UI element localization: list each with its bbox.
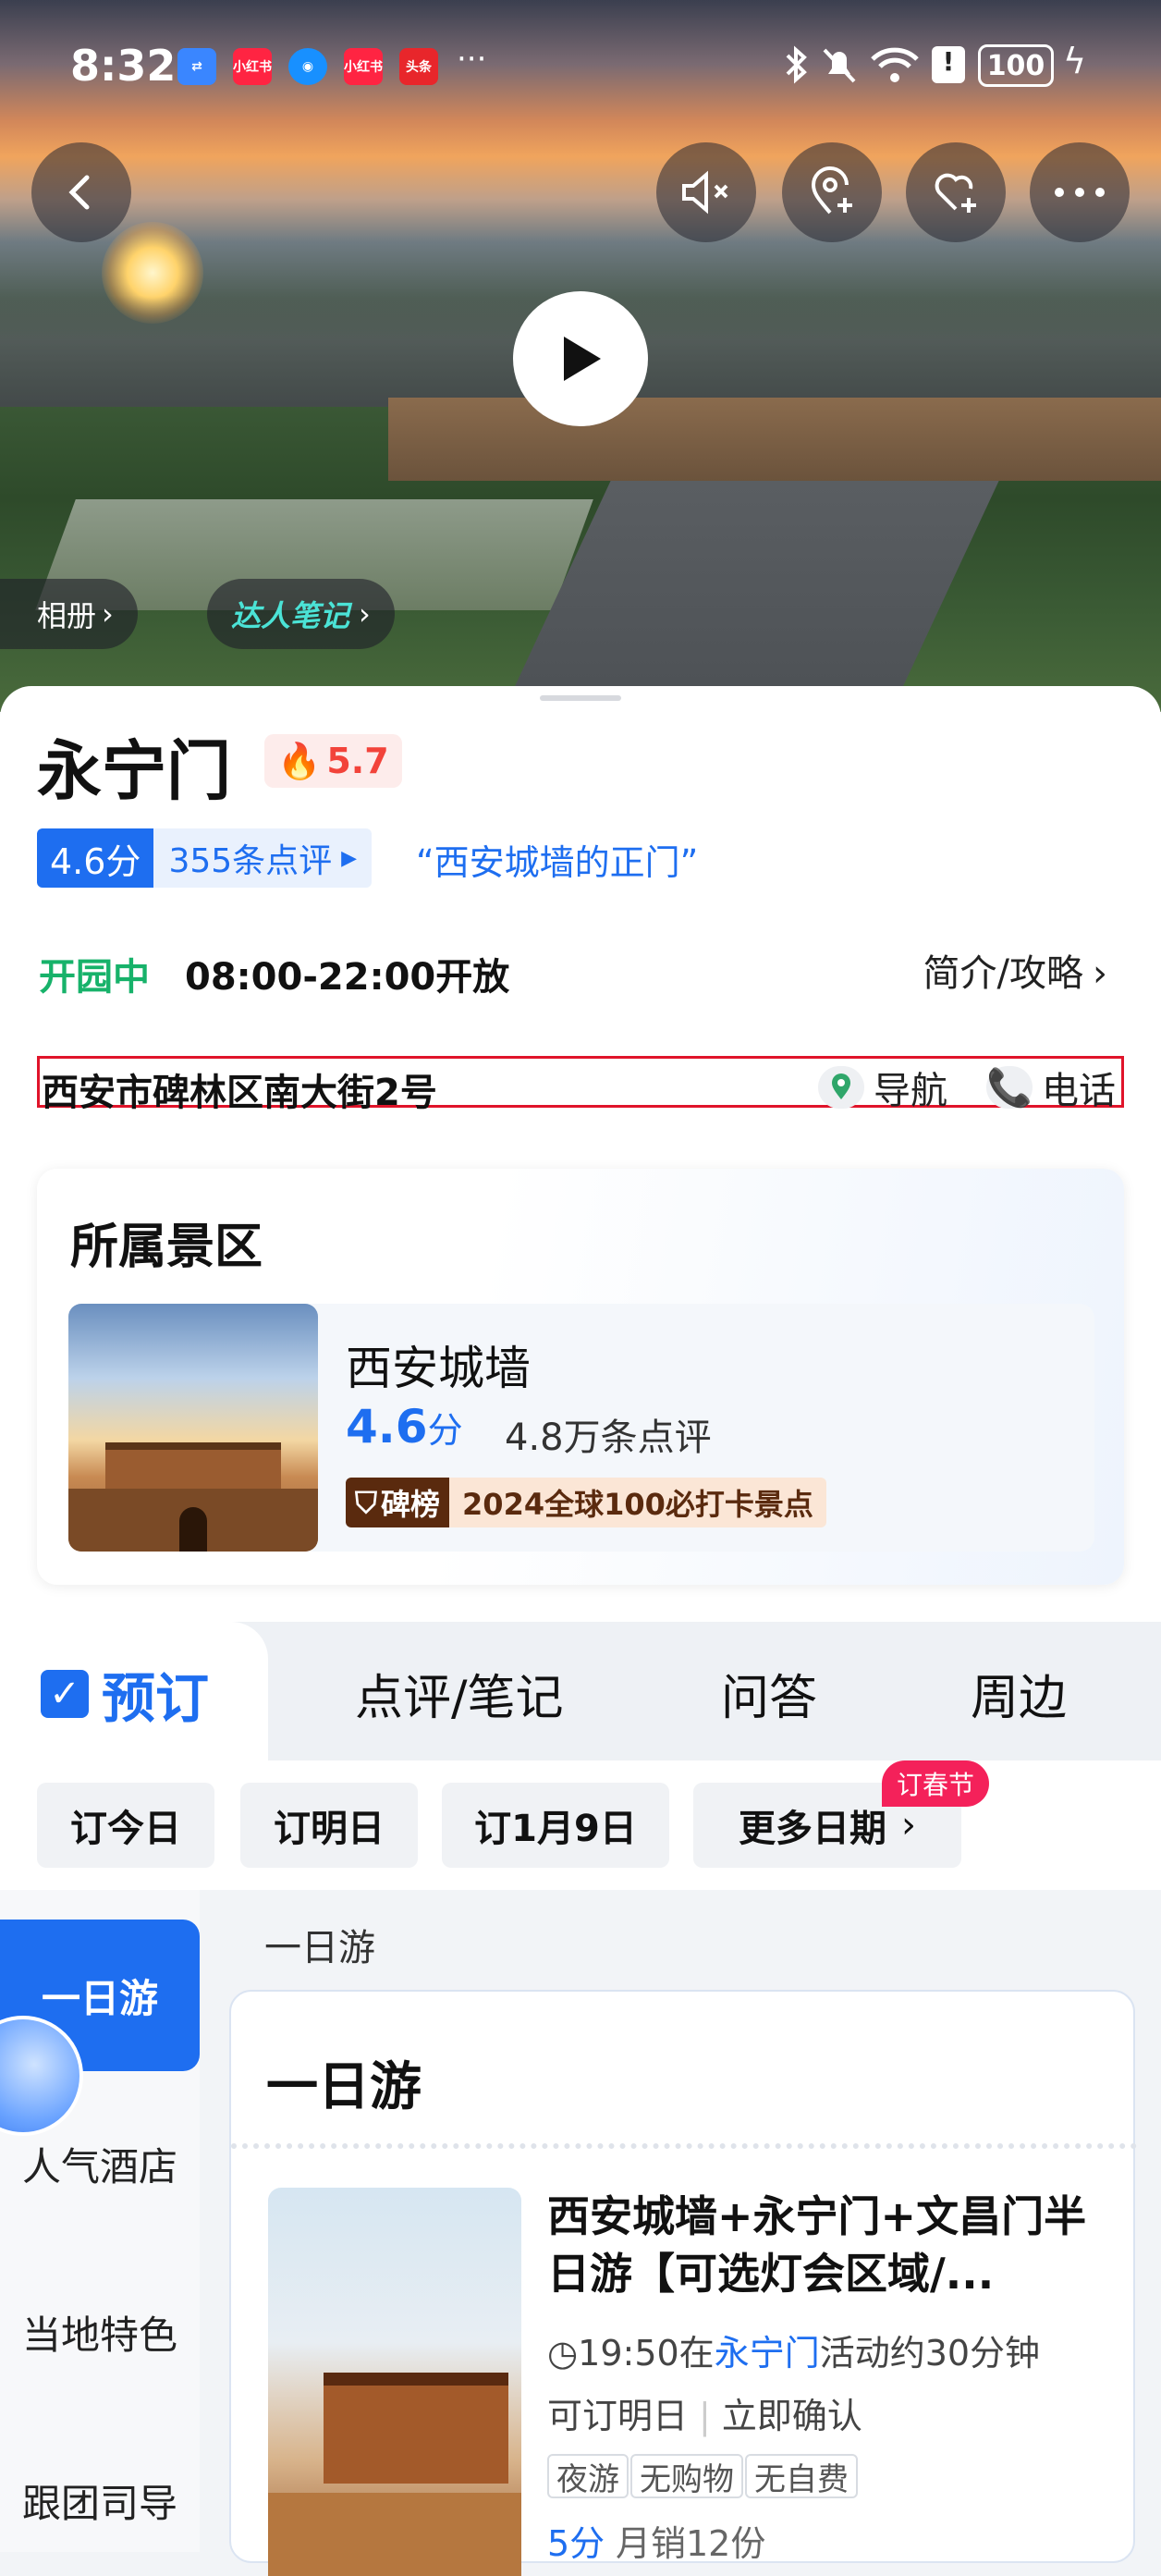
- clock-icon: ◷: [547, 2333, 579, 2374]
- festival-badge: 订春节: [882, 1760, 990, 1807]
- expert-notes-label: 达人笔记: [231, 598, 350, 633]
- sidebar-item-hotels[interactable]: 人气酒店: [0, 2136, 200, 2192]
- address-text[interactable]: 西安市碑林区南大街2号: [42, 1062, 437, 1116]
- ranking-badge[interactable]: ⛉ 碑榜 2024全球100必打卡景点: [346, 1478, 826, 1527]
- chevron-left-icon: [68, 175, 90, 210]
- scenic-area-reviews: 4.8万条点评: [505, 1417, 712, 1459]
- product-sales: 月销12份: [616, 2523, 766, 2564]
- scenic-area-heading: 所属景区: [70, 1220, 263, 1275]
- poi-title: 永宁门: [37, 733, 231, 809]
- status-time: 8:32: [70, 41, 177, 91]
- ranking-text: 2024全球100必打卡景点: [449, 1478, 826, 1527]
- tab-booking[interactable]: ✓ 预订: [41, 1655, 209, 1733]
- check-icon: ✓: [41, 1670, 89, 1718]
- book-tomorrow-chip[interactable]: 订明日: [240, 1783, 418, 1868]
- expert-notes-button[interactable]: 达人笔记 ›: [207, 579, 395, 649]
- flame-icon: 🔥: [277, 740, 322, 781]
- map-pin-icon: [818, 1066, 864, 1109]
- chevron-right-icon: ›: [901, 1804, 916, 1846]
- navigate-label: 导航: [874, 1070, 947, 1112]
- add-location-button[interactable]: [782, 142, 882, 242]
- highlight-quote[interactable]: “西安城墙的正门”: [416, 834, 698, 885]
- navigate-button[interactable]: 导航: [818, 1061, 947, 1114]
- battery-indicator: 100: [978, 44, 1054, 87]
- phone-icon: 📞: [986, 1066, 1033, 1110]
- chevron-right-icon: ›: [359, 596, 371, 632]
- mute-video-button[interactable]: [656, 142, 756, 242]
- drag-handle[interactable]: [540, 695, 621, 701]
- sim-alert-icon: !: [932, 46, 965, 83]
- tab-reviews-notes[interactable]: 点评/笔记: [355, 1659, 564, 1728]
- sidebar-item-local-specialty[interactable]: 当地特色: [0, 2304, 200, 2361]
- call-button[interactable]: 📞 电话: [986, 1061, 1116, 1114]
- play-video-button[interactable]: [513, 291, 648, 426]
- product-booking-info: 可订明日 | 立即确认: [547, 2396, 862, 2436]
- xiaohongshu-app-icon: 小红书: [233, 48, 272, 85]
- heat-value: 5.7: [326, 741, 389, 781]
- play-icon: [564, 337, 601, 381]
- product-title[interactable]: 西安城墙+永宁门+文昌门半日游【可选灯会区域/...: [547, 2188, 1102, 2302]
- city-wall: [388, 398, 1161, 481]
- product-tag: 夜游: [547, 2454, 629, 2498]
- wifi-icon: [871, 47, 919, 82]
- book-today-chip[interactable]: 订今日: [37, 1783, 214, 1868]
- tab-qa[interactable]: 问答: [721, 1659, 817, 1728]
- product-image[interactable]: [268, 2188, 521, 2576]
- book-jan9-chip[interactable]: 订1月9日: [442, 1783, 669, 1868]
- album-button[interactable]: 相册 ›: [0, 579, 138, 649]
- section-tabs: ✓ 预订 点评/笔记 问答 周边: [0, 1622, 1161, 1760]
- section-subheading: 一日游: [264, 1927, 375, 1969]
- ranking-tag: ⛉ 碑榜: [346, 1478, 450, 1527]
- scenic-area-item[interactable]: 西安城墙 4.6分 4.8万条点评 ⛉ 碑榜 2024全球100必打卡景点: [68, 1304, 1094, 1552]
- scenic-area-image: [68, 1304, 318, 1552]
- scenic-area-name: 西安城墙: [346, 1342, 531, 1395]
- back-button[interactable]: [31, 142, 131, 242]
- product-score: 5分: [547, 2523, 605, 2564]
- shield-icon: ⛉: [355, 1484, 378, 1520]
- scenic-area-card: 所属景区 西安城墙 4.6分 4.8万条点评 ⛉ 碑榜 2024全球100必打卡景…: [37, 1169, 1124, 1585]
- product-list-card: 一日游 西安城墙+永宁门+文昌门半日游【可选灯会区域/... ◷19:50在永宁…: [229, 1990, 1137, 2576]
- intro-guide-link[interactable]: 简介/攻略 ›: [923, 943, 1107, 997]
- browser-icon: ◉: [288, 48, 327, 85]
- charging-icon: ϟ: [1063, 41, 1087, 81]
- product-tag: 无购物: [630, 2454, 743, 2498]
- location-add-icon: [811, 166, 852, 215]
- product-list-heading: 一日游: [266, 2057, 422, 2117]
- heart-add-icon: [935, 173, 976, 213]
- favorite-button[interactable]: [906, 142, 1006, 242]
- more-notifications-icon: ···: [457, 41, 487, 78]
- tab-nearby[interactable]: 周边: [971, 1659, 1067, 1728]
- heat-badge: 🔥 5.7: [264, 734, 402, 788]
- opening-hours: 08:00-22:00开放: [185, 956, 510, 999]
- rating-reviews-button[interactable]: 4.6分 355条点评 ▶: [37, 828, 373, 888]
- toutiao-app-icon: 头条: [399, 48, 438, 85]
- rating-score: 4.6分: [37, 828, 154, 888]
- more-options-button[interactable]: [1030, 142, 1130, 242]
- reviews-count: 355条点评 ▶: [153, 828, 373, 888]
- status-bar: 8:32 ⇄ 小红书 ◉ 小红书 头条 ··· ! 100 ϟ: [0, 0, 1161, 129]
- chevron-right-icon: ›: [1093, 952, 1107, 995]
- more-dots-icon: [1055, 188, 1105, 197]
- album-label: 相册: [37, 598, 97, 633]
- xiaohongshu-app-icon-2: 小红书: [344, 48, 383, 85]
- product-tag: 无自费: [745, 2454, 858, 2498]
- address-row: 西安市碑林区南大街2号 导航 📞 电话: [37, 1056, 1124, 1114]
- open-status: 开园中: [39, 956, 150, 999]
- divider: [231, 2143, 1137, 2149]
- mute-bell-icon: [823, 48, 856, 83]
- call-label: 电话: [1042, 1070, 1116, 1112]
- bluetooth-icon: [786, 45, 807, 84]
- scenic-area-score: 4.6分: [346, 1400, 463, 1454]
- product-schedule: ◷19:50在永宁门活动约30分钟: [547, 2333, 1041, 2374]
- triangle-right-icon: ▶: [341, 846, 358, 870]
- usb-icon: ⇄: [177, 48, 216, 85]
- chevron-right-icon: ›: [102, 596, 114, 632]
- sidebar-item-tour-guide[interactable]: 跟团司导: [0, 2472, 200, 2529]
- speaker-mute-icon: [682, 170, 728, 215]
